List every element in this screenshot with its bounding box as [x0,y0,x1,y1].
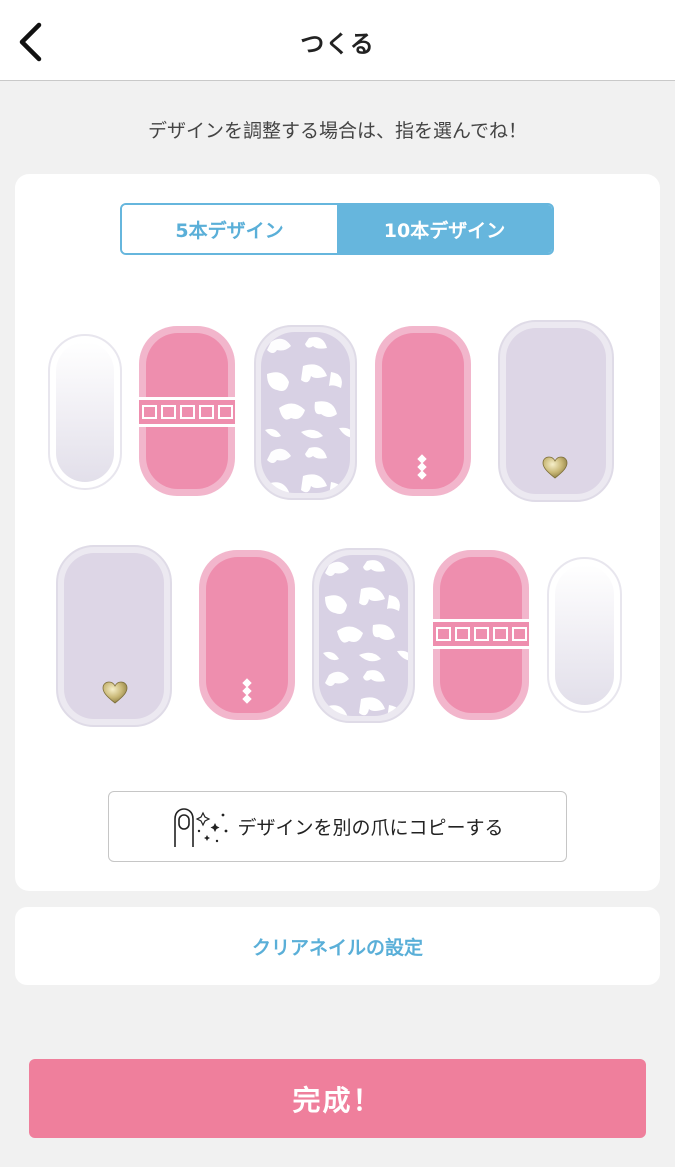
done-label: 完成！ [292,1083,383,1117]
nail-left-middle[interactable] [254,325,357,500]
done-button[interactable]: 完成！ [29,1059,646,1138]
nail-right-ring[interactable] [433,550,529,720]
nail-surface [56,342,114,482]
copy-design-button[interactable]: デザインを別の爪にコピーする [108,791,567,862]
nail-right-middle[interactable] [312,548,415,723]
nail-surface [319,555,408,716]
page-title: つくる [300,30,375,58]
nail-right-pinky[interactable] [547,557,622,713]
tab-10-nail-design[interactable]: 10本デザイン [337,205,552,253]
nail-sparkle-icon [174,807,228,847]
nail-right-thumb[interactable] [56,545,172,727]
design-count-toggle: 5本デザイン 10本デザイン [120,203,554,255]
clear-nail-settings-button[interactable]: クリアネイルの設定 [15,907,660,985]
clear-nail-settings-label: クリアネイルの設定 [251,936,423,959]
leopard-pattern [261,332,350,493]
rhinestone-decoration [242,678,252,704]
nail-right-index[interactable] [199,550,295,720]
nail-left-thumb[interactable] [498,320,614,502]
copy-design-label: デザインを別の爪にコピーする [237,817,504,839]
nail-surface [555,565,614,705]
leopard-pattern [319,555,408,716]
stripe-decoration [139,397,235,427]
nail-left-ring[interactable] [139,326,235,496]
stripe-decoration [433,619,529,649]
gold-heart-icon [542,456,568,479]
rhinestone-decoration [417,454,427,480]
instruction-text: デザインを調整する場合は、指を選んでね！ [147,120,528,142]
tab-5-nail-design[interactable]: 5本デザイン [122,205,337,253]
nail-left-index[interactable] [375,326,471,496]
nail-surface [261,332,350,493]
nail-left-pinky[interactable] [48,334,122,490]
nail-design-card: 5本デザイン 10本デザイン デザインを別の爪にコピーする [15,174,660,891]
gold-heart-icon [102,681,128,704]
header-bar: つくる [0,0,675,81]
